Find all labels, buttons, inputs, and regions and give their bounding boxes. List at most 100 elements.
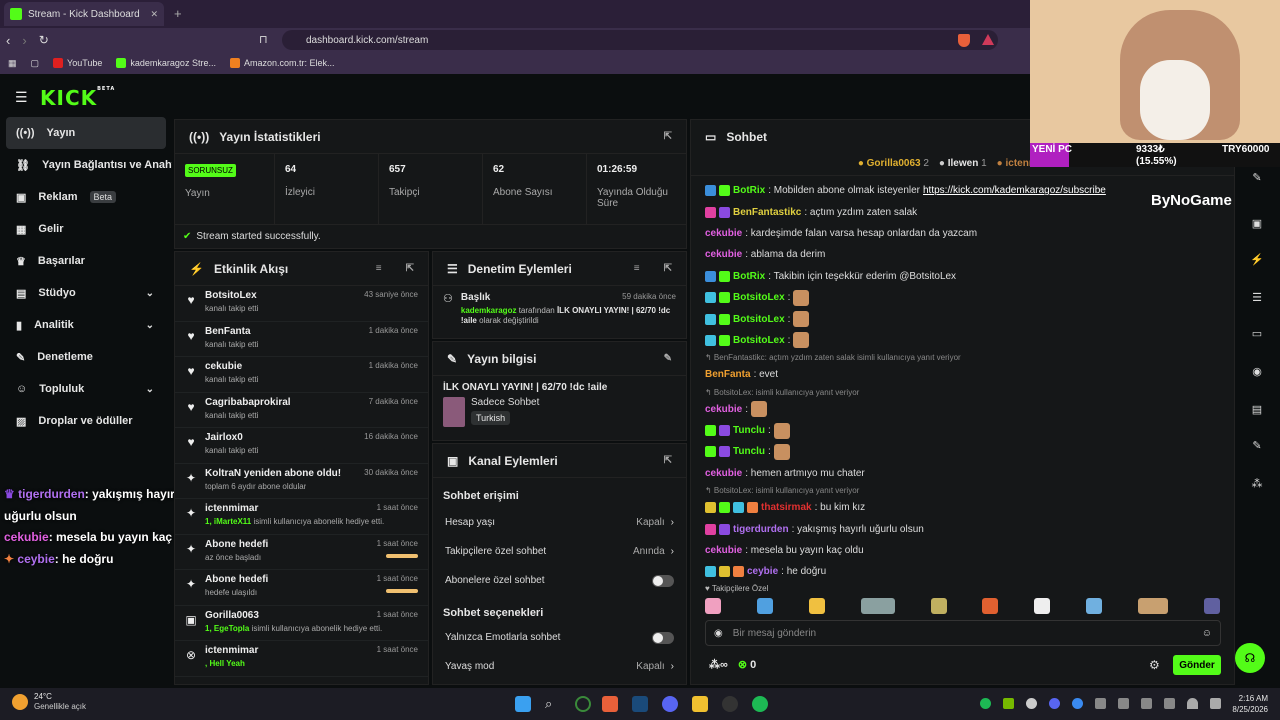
chat-username[interactable]: cekubie: [705, 249, 742, 260]
sidebar-item-revenue[interactable]: ▦ Gelir: [0, 213, 172, 245]
chat-message[interactable]: BotsitoLex:: [691, 308, 1234, 329]
chat-username[interactable]: BenFantastikc: [733, 207, 801, 218]
reload-icon[interactable]: ↻: [39, 33, 49, 47]
bolt-icon[interactable]: ⚡: [1250, 253, 1264, 267]
chat-message[interactable]: cekubie: kardeşimde falan varsa hesap on…: [691, 223, 1234, 244]
wifi-icon[interactable]: [1187, 698, 1198, 709]
chat-message[interactable]: cekubie: ablama da derim: [691, 244, 1234, 265]
bookmark-icon[interactable]: ⊓: [259, 33, 268, 46]
gifter-item[interactable]: ● Ilewen 1: [939, 158, 987, 169]
apps-grid-icon[interactable]: ▦: [8, 58, 17, 69]
chat-message[interactable]: BotRix: Takibin için teşekkür ederim @Bo…: [691, 266, 1234, 287]
followers-only-row[interactable]: Takipçilere özel sohbet Anında ›: [433, 537, 686, 566]
activity-row[interactable]: ♥ BenFanta 1 dakika önce kanalı takip etti: [175, 322, 428, 357]
chat-message[interactable]: cekubie: mesela bu yayın kaç oldu: [691, 540, 1234, 561]
emote-only-row[interactable]: Yalnızca Emotlarla sohbet: [433, 623, 686, 652]
chat-message[interactable]: Tunclu:: [691, 441, 1234, 462]
chat-username[interactable]: thatsirmak: [761, 502, 812, 513]
wrench-icon[interactable]: ✎: [1250, 439, 1264, 453]
steam-icon[interactable]: [632, 696, 648, 712]
chat-username[interactable]: BotsitoLex: [733, 335, 785, 346]
windows-start-icon[interactable]: [515, 696, 531, 712]
chat-username[interactable]: BotRix: [733, 185, 765, 196]
sidebar-item-drops[interactable]: ▨ Droplar ve ödüller: [0, 405, 172, 437]
list-icon[interactable]: ☰: [1250, 291, 1264, 305]
activity-row[interactable]: ♥ Jairlox0 16 dakika önce kanalı takip etti: [175, 428, 428, 464]
edit-icon[interactable]: ✎: [1250, 171, 1264, 185]
chat-username[interactable]: Tunclu: [733, 446, 765, 457]
chat-message[interactable]: thatsirmak: bu kim kız: [691, 497, 1234, 518]
brave-shield-icon[interactable]: [958, 34, 970, 47]
points-item[interactable]: ⊗ 0: [738, 658, 756, 671]
forward-icon[interactable]: ›: [22, 33, 26, 48]
chat-username[interactable]: cekubie: [705, 468, 742, 479]
activity-row[interactable]: ♥ Cagribabaprokiral 7 dakika önce kanalı ta…: [175, 393, 428, 428]
chat-message[interactable]: cekubie: hemen artmıyo mu chater: [691, 463, 1234, 484]
tab-search-icon[interactable]: ▢: [31, 58, 40, 69]
kick-logo[interactable]: KICKBETA: [40, 86, 115, 110]
sidebar-item-moderation[interactable]: ✎ Denetleme: [0, 341, 172, 373]
chat-username[interactable]: cekubie: [705, 545, 742, 556]
bookmark-youtube[interactable]: YouTube: [53, 58, 102, 68]
activity-row[interactable]: ♥ cekubie 1 dakika önce kanalı takip etti: [175, 357, 428, 393]
clock[interactable]: 2:16 AM 8/25/2026: [1228, 693, 1268, 715]
volume-icon[interactable]: [1210, 698, 1221, 709]
chat-username[interactable]: BotsitoLex: [733, 314, 785, 325]
chat-type-icon[interactable]: ◉: [714, 628, 723, 639]
share-icon[interactable]: ⁂: [1250, 477, 1264, 491]
app-icon-1[interactable]: [575, 696, 591, 712]
subs-only-toggle[interactable]: [652, 574, 674, 587]
brave-browser-icon[interactable]: [602, 696, 618, 712]
activity-row[interactable]: ✦ Abone hedefi 1 saat önce hedefe ulaşıldı: [175, 570, 428, 606]
chat-message[interactable]: cekubie:: [691, 399, 1234, 420]
filter-icon[interactable]: ≡: [376, 263, 382, 274]
settings-icon[interactable]: ⚙: [1149, 658, 1160, 672]
back-icon[interactable]: ‹: [6, 33, 10, 48]
spotify-icon[interactable]: [752, 696, 768, 712]
emote-icon[interactable]: [1034, 598, 1051, 614]
shield-icon[interactable]: ▤: [1250, 403, 1264, 417]
sidebar-item-achievements[interactable]: ♛ Başarılar: [0, 245, 172, 277]
tray-nvidia-icon[interactable]: [1003, 698, 1014, 709]
subs-only-row[interactable]: Abonelere özel sohbet: [433, 566, 686, 595]
chat-username[interactable]: Tunclu: [733, 425, 765, 436]
discord-icon[interactable]: [662, 696, 678, 712]
emote-icon[interactable]: [1086, 598, 1103, 614]
weather-widget[interactable]: 24°C Genellikle açık: [12, 692, 86, 712]
chat-username[interactable]: BenFanta: [705, 369, 751, 380]
chat-username[interactable]: cekubie: [705, 228, 742, 239]
chat-message[interactable]: tigerdurden: yakışmış hayırlı uğurlu ols…: [691, 518, 1234, 539]
chat-message[interactable]: BotsitoLex:: [691, 330, 1234, 351]
emote-icon[interactable]: [930, 598, 947, 614]
tab-close-icon[interactable]: ✕: [150, 9, 158, 20]
activity-row[interactable]: ✦ KoltraN yeniden abone oldu! 30 dakika ön…: [175, 464, 428, 499]
activity-row[interactable]: ✦ Abone hedefi 1 saat önce az önce başladı: [175, 535, 428, 570]
sidebar-item-link[interactable]: ⛓Yayın Bağlantısı ve Anahtarı: [0, 149, 172, 181]
chat-icon[interactable]: ▭: [1250, 327, 1264, 341]
tray-spotify-icon[interactable]: [980, 698, 991, 709]
chat-input[interactable]: ◉ Bir mesaj gönderin ☺: [705, 620, 1221, 646]
emote-icon[interactable]: [705, 598, 721, 614]
emote-icon[interactable]: [808, 598, 825, 614]
tray-app-icon[interactable]: [1164, 698, 1175, 709]
chat-username[interactable]: ceybie: [747, 566, 778, 577]
file-explorer-icon[interactable]: [692, 696, 708, 712]
activity-row[interactable]: ▣ Gorilla0063 1 saat önce 1, EgeTopla isiml…: [175, 606, 428, 641]
browser-tab[interactable]: Stream - Kick Dashboard ✕: [4, 2, 164, 26]
activity-row[interactable]: ♥ BotsitoLex 43 saniye önce kanalı takip et…: [175, 286, 428, 322]
brave-rewards-icon[interactable]: [982, 34, 994, 45]
bits-icon[interactable]: ⁂∞: [709, 658, 728, 671]
chat-message[interactable]: ceybie: he doğru: [691, 561, 1234, 582]
url-input[interactable]: dashboard.kick.com/stream: [282, 30, 998, 50]
popout-icon[interactable]: ⇱: [406, 263, 414, 274]
chat-message[interactable]: Tunclu:: [691, 420, 1234, 441]
filter-icon[interactable]: ≡: [634, 263, 640, 274]
activity-row[interactable]: ⊗ ictenmimar 1 saat önce , Hell Yeah: [175, 641, 428, 677]
chat-username[interactable]: tigerdurden: [733, 524, 789, 535]
chat-message[interactable]: BotsitoLex:: [691, 287, 1234, 308]
emote-icon[interactable]: [860, 598, 895, 614]
popout-icon[interactable]: ⇱: [664, 263, 672, 274]
sidebar-item-studio[interactable]: ▤ Stüdyo ⌄: [0, 277, 172, 309]
account-age-row[interactable]: Hesap yaşı Kapalı ›: [433, 508, 686, 537]
obs-icon[interactable]: [722, 696, 738, 712]
